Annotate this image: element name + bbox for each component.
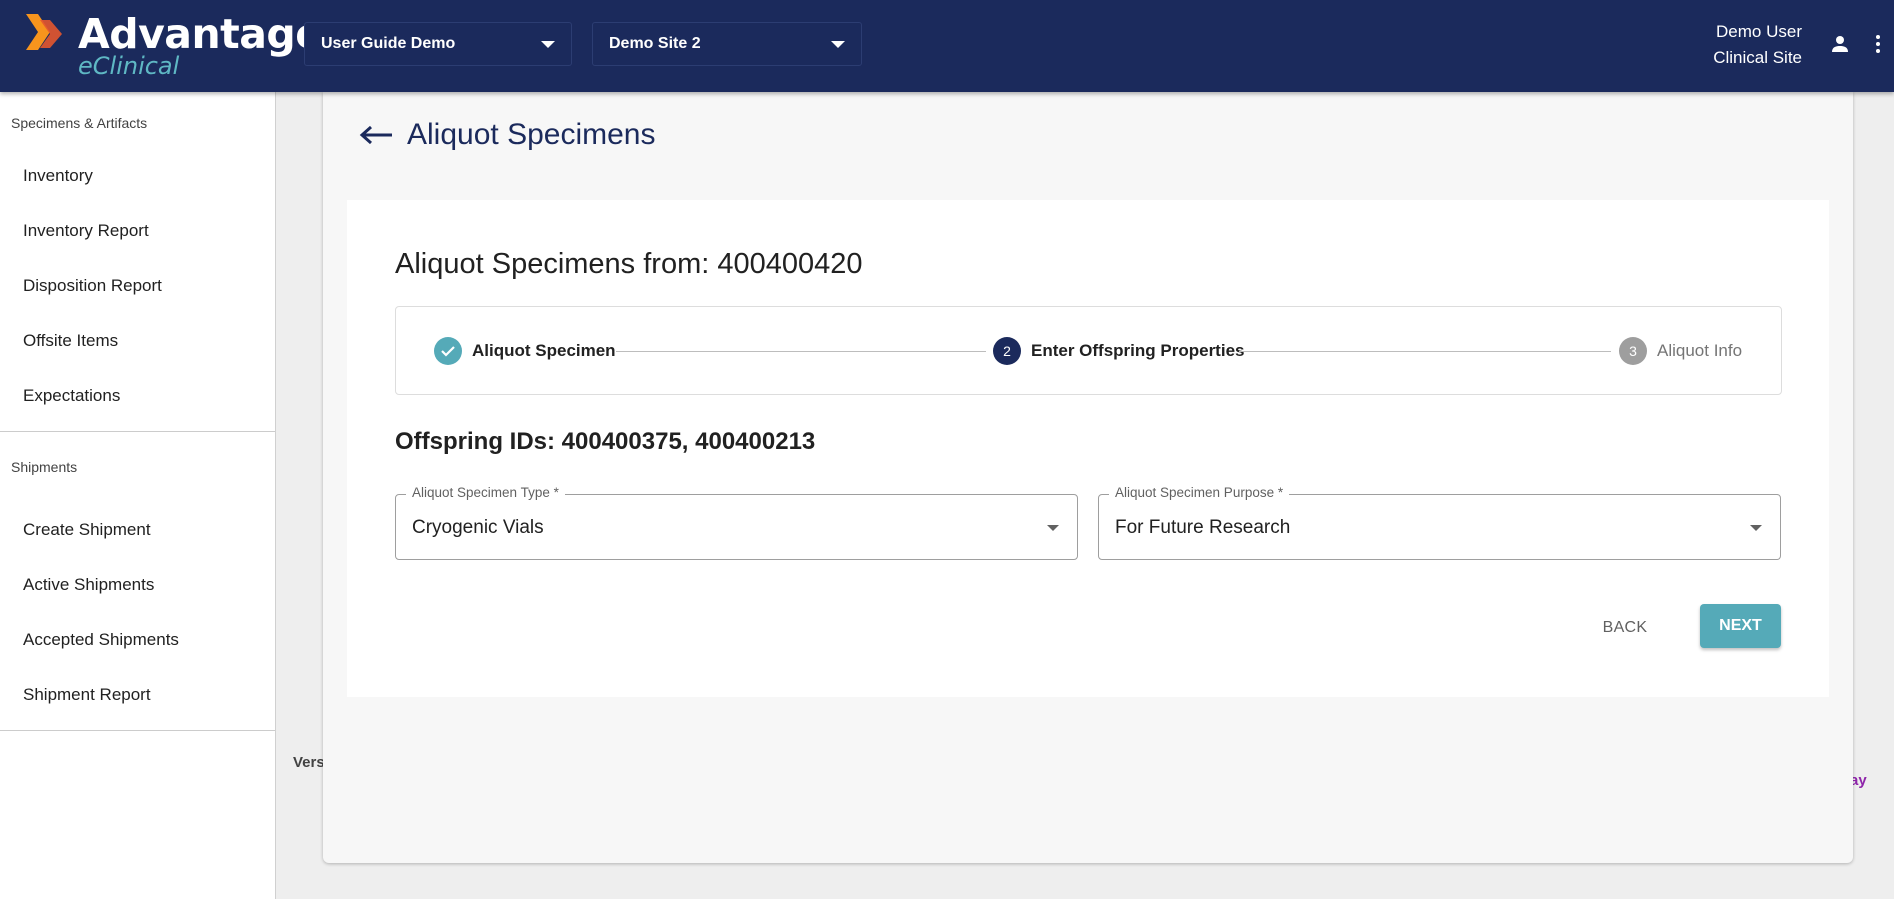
nav-divider — [0, 730, 275, 731]
step-label: Aliquot Info — [1657, 341, 1743, 360]
top-app-bar: Advantage eClinical User Guide Demo Demo… — [0, 0, 1894, 92]
sidebar-item-inventory-report[interactable]: Inventory Report — [0, 203, 275, 258]
study-select-value: User Guide Demo — [321, 35, 456, 52]
sidebar-nav: Specimens & Artifacts Inventory Inventor… — [0, 92, 276, 899]
chevron-down-icon — [1047, 525, 1059, 531]
sidebar-item-accepted-shipments[interactable]: Accepted Shipments — [0, 612, 275, 667]
field-value: Cryogenic Vials — [412, 517, 544, 538]
user-icon[interactable] — [1828, 32, 1852, 56]
sidebar-item-disposition-report[interactable]: Disposition Report — [0, 258, 275, 313]
step-aliquot-info[interactable]: 3 Aliquot Info — [1619, 337, 1742, 365]
page-header: Aliquot Specimens — [359, 112, 655, 158]
field-label: Aliquot Specimen Type * — [406, 485, 565, 500]
sidebar-item-shipment-report[interactable]: Shipment Report — [0, 667, 275, 722]
sidebar-item-offsite-items[interactable]: Offsite Items — [0, 313, 275, 368]
step-label: Aliquot Specimen — [472, 341, 616, 360]
field-label: Aliquot Specimen Purpose * — [1109, 485, 1290, 500]
aliquot-form-panel: Aliquot Specimens from: 400400420 Aliquo… — [347, 200, 1829, 697]
step-connector — [616, 351, 986, 352]
chevron-down-icon — [541, 40, 555, 48]
content-title: Aliquot Specimens from: 400400420 — [395, 248, 863, 280]
logo-subtitle: eClinical — [78, 52, 180, 80]
step-connector — [1239, 351, 1611, 352]
nav-heading-specimens: Specimens & Artifacts — [11, 115, 148, 131]
nav-section-specimens: Specimens & Artifacts Inventory Inventor… — [0, 98, 275, 423]
back-button[interactable]: BACK — [1590, 608, 1660, 648]
step-aliquot-specimen[interactable]: Aliquot Specimen — [434, 337, 616, 365]
sidebar-item-active-shipments[interactable]: Active Shipments — [0, 557, 275, 612]
aliquot-specimen-type-select[interactable]: Aliquot Specimen Type * Cryogenic Vials — [395, 485, 1078, 560]
offspring-ids: Offspring IDs: 400400375, 400400213 — [395, 428, 816, 455]
aliquot-specimen-purpose-select[interactable]: Aliquot Specimen Purpose * For Future Re… — [1098, 485, 1781, 560]
page-title: Aliquot Specimens — [407, 118, 656, 151]
site-select[interactable]: Demo Site 2 — [592, 22, 862, 66]
sidebar-item-create-shipment[interactable]: Create Shipment — [0, 502, 275, 557]
user-role: Clinical Site — [1713, 48, 1802, 67]
stepper: Aliquot Specimen 2 Enter Offspring Prope… — [395, 306, 1782, 395]
nav-heading-shipments: Shipments — [11, 459, 78, 475]
logo-chevron-icon — [26, 14, 62, 50]
step-enter-offspring-properties[interactable]: 2 Enter Offspring Properties — [993, 337, 1244, 365]
sidebar-item-expectations[interactable]: Expectations — [0, 368, 275, 423]
study-select[interactable]: User Guide Demo — [304, 22, 572, 66]
step-number: 3 — [1619, 337, 1647, 365]
more-vert-icon[interactable] — [1866, 32, 1890, 56]
back-arrow-icon[interactable] — [359, 125, 393, 145]
logo-title: Advantage — [78, 10, 323, 58]
chevron-down-icon — [1750, 525, 1762, 531]
chevron-down-icon — [831, 40, 845, 48]
field-value: For Future Research — [1115, 517, 1291, 538]
check-icon — [434, 337, 462, 365]
main-card: Aliquot Specimens Aliquot Specimens from… — [323, 92, 1853, 863]
next-button[interactable]: NEXT — [1700, 604, 1781, 648]
user-info: Demo User Clinical Site — [1713, 19, 1802, 71]
step-label: Enter Offspring Properties — [1031, 341, 1245, 360]
site-select-value: Demo Site 2 — [609, 35, 701, 52]
app-logo[interactable]: Advantage eClinical — [26, 10, 323, 82]
sidebar-item-inventory[interactable]: Inventory — [0, 148, 275, 203]
user-name: Demo User — [1716, 22, 1802, 41]
step-number: 2 — [993, 337, 1021, 365]
nav-section-shipments: Shipments Create Shipment Active Shipmen… — [0, 432, 275, 722]
footer-version: Vers — [293, 754, 325, 771]
